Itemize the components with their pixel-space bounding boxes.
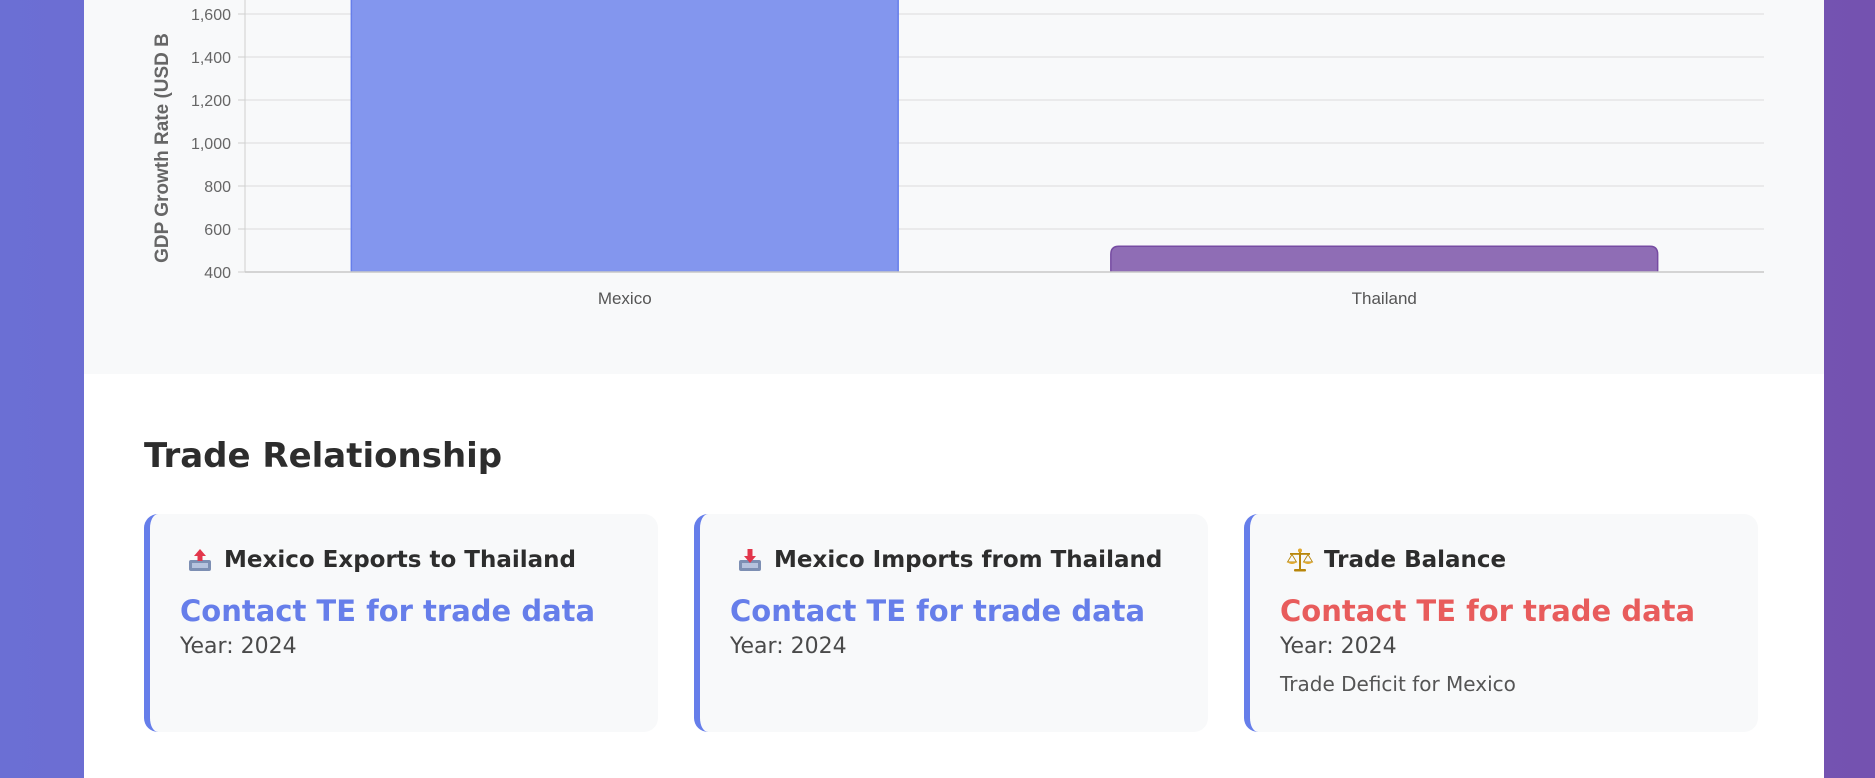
balance-scale-icon (1286, 548, 1314, 572)
bar-mexico[interactable] (350, 0, 899, 272)
imports-value: Contact TE for trade data (730, 594, 1146, 628)
exports-card: Mexico Exports to Thailand Contact TE fo… (144, 514, 658, 732)
trade-balance-note: Trade Deficit for Mexico (1280, 672, 1516, 696)
trade-balance-card-title: Trade Balance (1324, 547, 1507, 573)
trade-balance-year: Year: 2024 (1280, 634, 1397, 659)
gdp-chart-section: 400 600 800 1,000 1,200 1,400 1,600 Mexico Thail… (84, 0, 1824, 374)
inbox-tray-icon (739, 549, 761, 571)
imports-card-header: Mexico Imports from Thailand (736, 546, 1162, 574)
imports-card: Mexico Imports from Thailand Contact TE … (694, 514, 1208, 732)
exports-year: Year: 2024 (180, 634, 297, 659)
trade-balance-card: Trade Balance Contact TE for trade data … (1244, 514, 1758, 732)
trade-balance-value: Contact TE for trade data (1280, 594, 1696, 628)
y-tick-label: 1,000 (191, 136, 231, 153)
x-tick-label: Thailand (1352, 289, 1417, 308)
y-tick-label: 800 (204, 179, 231, 196)
trade-relationship-title: Trade Relationship (144, 436, 503, 476)
chart-bars (350, 0, 1659, 272)
trade-balance-card-header: Trade Balance (1286, 546, 1506, 574)
imports-card-title: Mexico Imports from Thailand (774, 547, 1163, 573)
y-tick-label: 600 (204, 222, 231, 239)
gdp-bar-chart: 400 600 800 1,000 1,200 1,400 1,600 Mexico Thail… (152, 0, 1764, 308)
y-tick-label: 400 (204, 265, 231, 282)
y-tick-label: 1,600 (191, 7, 231, 24)
y-axis-label: GDP Growth Rate (USD B (152, 33, 173, 263)
y-tick-label: 1,200 (191, 93, 231, 110)
x-tick-label: Mexico (598, 289, 652, 308)
main-container: 400 600 800 1,000 1,200 1,400 1,600 Mexico Thail… (84, 0, 1824, 778)
imports-year: Year: 2024 (730, 634, 847, 659)
y-tick-label: 1,400 (191, 50, 231, 67)
exports-card-title: Mexico Exports to Thailand (224, 547, 577, 573)
bar-thailand[interactable] (1110, 245, 1659, 272)
outbox-tray-icon (189, 549, 211, 571)
exports-card-header: Mexico Exports to Thailand (186, 546, 576, 574)
exports-value: Contact TE for trade data (180, 594, 596, 628)
